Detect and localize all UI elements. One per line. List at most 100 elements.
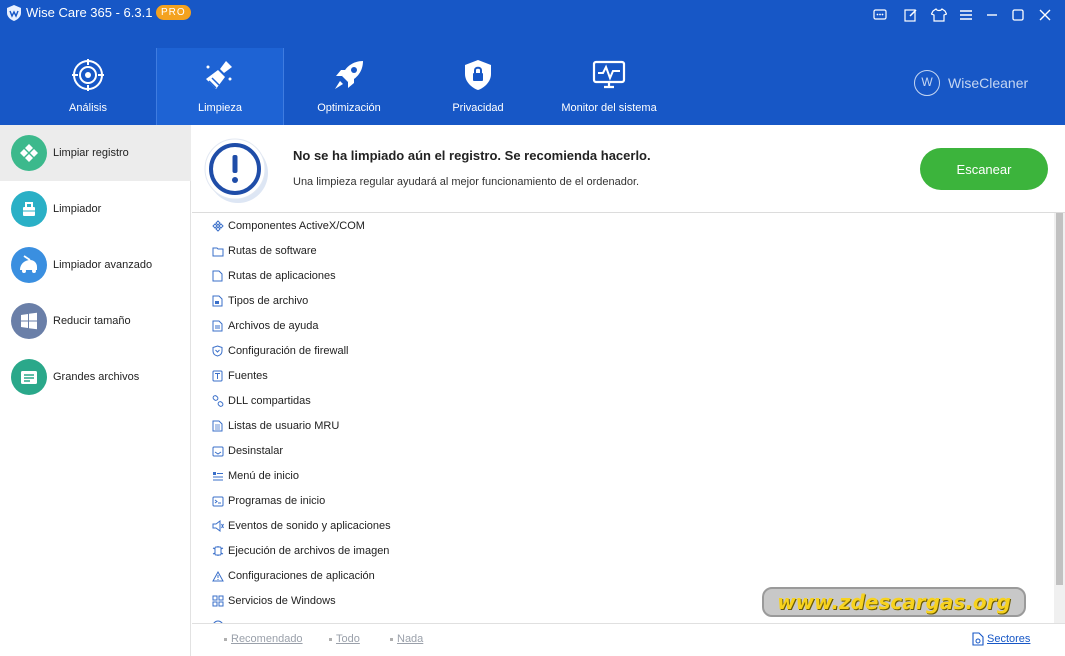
sidebar-item-limpiar-registro[interactable]: Limpiar registro [0,125,191,181]
sectors-link[interactable]: Sectores [987,633,1030,645]
activex-icon [211,220,224,233]
sidebar-item-grandes-archivos[interactable]: Grandes archivos [0,349,191,405]
services-icon [211,595,224,608]
sidebar-item-label: Reducir tamaño [53,315,131,327]
skin-icon[interactable] [930,6,948,24]
dll-icon [211,395,224,408]
list-item[interactable]: Servicios de Windows [211,591,336,611]
list-item[interactable]: Configuraciones de aplicación [211,566,375,586]
list-item[interactable]: Programas de inicio [211,491,325,511]
list-item[interactable]: DLL compartidas [211,391,311,411]
nav-analisis[interactable]: Análisis [25,48,151,125]
close-icon[interactable] [1036,6,1054,24]
list-item-label: Tipos de archivo [228,295,309,307]
rocket-icon [331,58,367,92]
sectors-icon [972,632,984,646]
nav-label: Monitor del sistema [561,102,657,114]
select-recommended-link[interactable]: Recomendado [231,633,303,645]
cleaner-icon [11,191,47,227]
scrollbar-thumb[interactable] [1056,213,1063,585]
list-item-label: Configuración de firewall [228,345,349,357]
app-logo-icon [7,5,21,21]
warning-icon [211,570,224,583]
app-title: Wise Care 365 - 6.3.1 [26,5,153,20]
pro-badge: PRO [156,5,191,20]
bullet [224,638,227,641]
sidebar-item-limpiador-avanzado[interactable]: Limpiador avanzado [0,237,191,293]
sidebar-item-label: Limpiador avanzado [53,259,153,271]
sidebar-item-label: Limpiador [53,203,102,215]
nav-label: Análisis [69,102,107,114]
bullet [329,638,332,641]
banner-subtitle: Una limpieza regular ayudará al mejor fu… [293,176,640,188]
nav-optimizacion[interactable]: Optimización [286,48,412,125]
app-header: Wise Care 365 - 6.3.1 PRO Análisis Limpi… [0,0,1065,125]
list-scrollbar[interactable] [1054,213,1065,623]
list-item-label: Componentes ActiveX/COM [228,220,365,232]
list-item[interactable]: Eventos de sonido y aplicaciones [211,516,391,536]
list-item[interactable]: Ejecución de archivos de imagen [211,541,389,561]
target-icon [70,58,106,92]
list-item[interactable]: Rutas de aplicaciones [211,266,336,286]
sidebar-item-label: Grandes archivos [53,371,140,383]
scan-button[interactable]: Escanear [920,148,1048,190]
edit-icon[interactable] [902,6,920,24]
brand-name: WiseCleaner [948,75,1029,91]
nav-monitor[interactable]: Monitor del sistema [546,48,672,125]
monitor-icon [591,58,627,92]
list-item[interactable] [211,616,228,623]
firewall-icon [211,345,224,358]
list-item-label: Programas de inicio [228,495,326,507]
startup-icon [211,495,224,508]
maximize-icon[interactable] [1009,6,1027,24]
list-item-label: Desinstalar [228,445,284,457]
sidebar-item-limpiador[interactable]: Limpiador [0,181,191,237]
sidebar-item-reducir-tamano[interactable]: Reducir tamaño [0,293,191,349]
help-file-icon [211,320,224,333]
watermark: www.zdescargas.org [762,587,1026,617]
list-item-label: Archivos de ayuda [228,320,319,332]
alert-icon [204,138,268,203]
sound-icon [211,520,224,533]
list-item-label: Servicios de Windows [228,595,336,607]
list-item[interactable]: Rutas de software [211,241,317,261]
select-none-link[interactable]: Nada [397,633,423,645]
registry-icon [11,135,47,171]
shield-lock-icon [460,58,496,92]
nav-label: Privacidad [452,102,504,114]
title-bar: Wise Care 365 - 6.3.1 PRO [0,0,1065,30]
list-item-label: Eventos de sonido y aplicaciones [228,520,391,532]
list-item-label: DLL compartidas [228,395,311,407]
list-item[interactable]: Componentes ActiveX/COM [211,216,365,236]
list-item-label: Ejecución de archivos de imagen [228,545,390,557]
list-item[interactable]: Desinstalar [211,441,283,461]
select-all-link[interactable]: Todo [336,633,360,645]
minimize-icon[interactable] [983,6,1001,24]
list-item[interactable]: Tipos de archivo [211,291,308,311]
list-item-label: Listas de usuario MRU [228,420,340,432]
list-item[interactable]: Configuración de firewall [211,341,348,361]
menu-icon[interactable] [957,6,975,24]
registry-category-list: Componentes ActiveX/COM Rutas de softwar… [192,214,1054,623]
uninstall-icon [211,445,224,458]
footer-bar: Recomendado Todo Nada Sectores [192,623,1065,656]
sidebar-item-label: Limpiar registro [53,147,129,159]
list-item[interactable]: Menú de inicio [211,466,299,486]
sidebar: Limpiar registro Limpiador Limpiador ava… [0,125,191,656]
list-item[interactable]: Fuentes [211,366,268,386]
windows-icon [11,303,47,339]
list-item[interactable]: Listas de usuario MRU [211,416,339,436]
nav-label: Optimización [317,102,381,114]
list-item-label: Menú de inicio [228,470,299,482]
nav-limpieza[interactable]: Limpieza [156,48,284,125]
file-icon [211,270,224,283]
folder-icon [211,245,224,258]
file-type-icon [211,295,224,308]
feedback-icon[interactable] [871,6,889,24]
list-item[interactable]: Archivos de ayuda [211,316,319,336]
list-icon [211,420,224,433]
nav-privacidad[interactable]: Privacidad [415,48,541,125]
nav-label: Limpieza [197,102,243,114]
font-icon [211,370,224,383]
list-item-label: Configuraciones de aplicación [228,570,375,582]
